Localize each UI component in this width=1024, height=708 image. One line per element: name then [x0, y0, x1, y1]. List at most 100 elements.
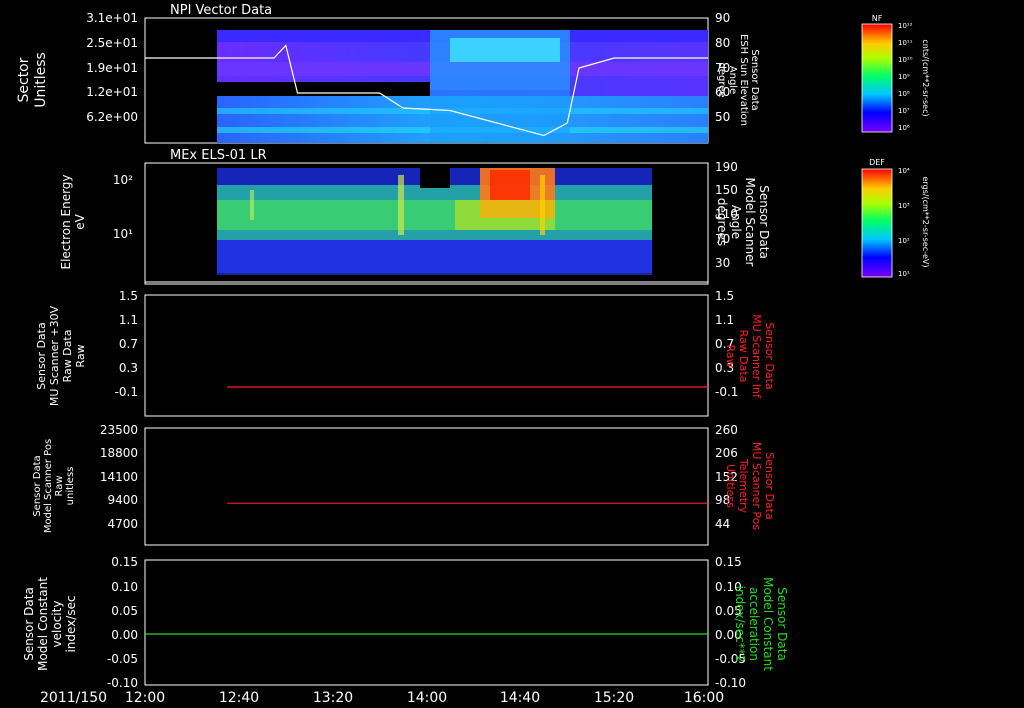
svg-text:degree: degree: [716, 62, 727, 97]
tick: 10¹¹: [898, 39, 913, 47]
tick: 9400: [107, 493, 138, 507]
tick: -0.1: [115, 385, 138, 399]
svg-text:acceleration: acceleration: [747, 587, 761, 661]
svg-text:Unitless: Unitless: [33, 52, 49, 108]
tick: 190: [715, 160, 738, 174]
svg-text:eV: eV: [73, 213, 87, 229]
panel5-frame: [144, 559, 709, 686]
tick: 1.1: [119, 313, 138, 327]
tick: 206: [715, 446, 738, 460]
tick: 1.1: [715, 313, 734, 327]
tick: 260: [715, 423, 738, 437]
time-tick: 13:20: [313, 690, 353, 706]
svg-text:degrees: degrees: [715, 198, 729, 246]
time-tick: 16:00: [684, 690, 724, 706]
colorbar-def-gradient: [861, 168, 893, 278]
colorbar-nf-title: NF: [872, 14, 883, 23]
panel3-left-label: Sensor Data MU Scanner +30V Raw Data Raw: [35, 305, 87, 406]
tick: -0.10: [715, 676, 746, 690]
tick: 0.3: [119, 361, 138, 375]
svg-text:MU Scanner +30V: MU Scanner +30V: [48, 305, 61, 406]
tick: 10¹⁰: [898, 56, 913, 64]
svg-text:Electron Energy: Electron Energy: [59, 174, 73, 269]
svg-text:ESH Sun Elevation: ESH Sun Elevation: [738, 34, 749, 126]
tick: 150: [715, 183, 738, 197]
panel2-left-label: Electron Energy eV: [59, 174, 87, 269]
svg-text:Angle: Angle: [729, 205, 743, 239]
colorbar-nf-gradient: [861, 23, 893, 133]
panel2-left-axis: 10² 10¹: [113, 173, 133, 241]
tick: -0.05: [107, 652, 138, 666]
tick: -0.10: [107, 676, 138, 690]
svg-text:Raw: Raw: [74, 344, 87, 367]
panel5-right-label: Sensor Data Model Constant acceleration …: [733, 577, 789, 671]
svg-text:MU Scanner Inf: MU Scanner Inf: [750, 314, 763, 399]
tick: 90: [715, 11, 730, 25]
colorbar-nf-unit: cnts/(cm**2-sr-sec): [921, 39, 930, 116]
svg-text:unitless: unitless: [65, 467, 76, 506]
svg-text:Model Scanner Pos: Model Scanner Pos: [43, 439, 54, 533]
svg-text:Angle: Angle: [727, 66, 738, 94]
tick: 80: [715, 36, 730, 50]
tick: 0.00: [111, 628, 138, 642]
panel4-frame: [144, 427, 709, 546]
svg-text:Raw Data: Raw Data: [61, 330, 74, 383]
tick: 10⁴: [898, 167, 910, 175]
svg-text:Sensor Data: Sensor Data: [763, 322, 776, 389]
panel3-frame: [144, 294, 709, 417]
time-tick: 14:00: [407, 690, 447, 706]
tick: 3.1e+01: [86, 11, 138, 25]
tick: 0.15: [715, 555, 742, 569]
svg-text:Sensor Data: Sensor Data: [775, 587, 789, 661]
panel1-left-label: Sector Unitless: [16, 52, 49, 108]
svg-text:Raw: Raw: [724, 344, 737, 367]
tick: 1.9e+01: [86, 61, 138, 75]
svg-text:Sensor Data: Sensor Data: [763, 452, 776, 519]
svg-text:Sensor Data: Sensor Data: [35, 322, 48, 389]
tick: 18800: [100, 446, 138, 460]
svg-text:MU Scanner Pos: MU Scanner Pos: [750, 442, 763, 531]
panel2-title: MEx ELS-01 LR: [170, 148, 267, 163]
tick: 10²: [113, 173, 133, 187]
svg-text:Model Constant: Model Constant: [36, 577, 50, 671]
tick: -0.1: [715, 385, 738, 399]
tick: 0.15: [111, 555, 138, 569]
tick: 0.7: [119, 337, 138, 351]
science-plot: NPI Vector Data 3.1e+01 2.5e+01 1.9e+01 …: [16, 3, 930, 706]
time-tick: 15:20: [594, 690, 634, 706]
panel1-spectrogram: [217, 30, 708, 143]
panel-npi-vector-data: NPI Vector Data 3.1e+01 2.5e+01 1.9e+01 …: [16, 3, 760, 144]
panel2-spectrogram: [217, 168, 652, 275]
tick: 30: [715, 256, 730, 270]
panel5-left-axis: 0.15 0.10 0.05 0.00 -0.05 -0.10: [107, 555, 138, 690]
panel1-title: NPI Vector Data: [170, 3, 272, 18]
tick: 10⁹: [898, 73, 910, 81]
panel-mu-scanner-30v: 1.5 1.1 0.7 0.3 -0.1 1.5 1.1 0.7 0.3 -0.…: [35, 289, 776, 417]
tick: 1.2e+01: [86, 85, 138, 99]
colorbar-def-unit: ergs/(cm**2-sr-sec-eV): [921, 176, 930, 267]
tick: 1.5: [715, 289, 734, 303]
svg-text:Model Constant: Model Constant: [761, 577, 775, 671]
svg-text:velocity: velocity: [50, 601, 64, 648]
tick: 10⁷: [898, 107, 910, 115]
panel3-left-axis: 1.5 1.1 0.7 0.3 -0.1: [115, 289, 138, 399]
colorbar-nf: NF 10¹² 10¹¹ 10¹⁰ 10⁹ 10⁸ 10⁷ 10⁶ cnts/(…: [861, 14, 930, 133]
colorbar-def-title: DEF: [869, 158, 885, 167]
tick: 6.2e+00: [86, 110, 138, 124]
tick: 10⁶: [898, 124, 910, 132]
svg-text:Telemetry: Telemetry: [737, 458, 750, 514]
tick: 0.05: [111, 604, 138, 618]
panel4-left-axis: 23500 18800 14100 9400 4700: [100, 423, 138, 531]
time-axis: 2011/150 12:00 12:40 13:20 14:00 14:40 1…: [40, 690, 724, 706]
svg-text:index/sec**2: index/sec**2: [733, 586, 747, 663]
date-label: 2011/150: [40, 690, 107, 706]
panel4-left-label: Sensor Data Model Scanner Pos Raw unitle…: [32, 439, 76, 533]
svg-text:Sensor Data: Sensor Data: [749, 49, 760, 110]
tick: 10⁸: [898, 90, 910, 98]
tick: 4700: [107, 517, 138, 531]
tick: 23500: [100, 423, 138, 437]
panel-model-scanner-pos: 23500 18800 14100 9400 4700 260 206 152 …: [32, 423, 776, 546]
tick: 50: [715, 110, 730, 124]
time-tick: 14:40: [500, 690, 540, 706]
tick: 10¹: [898, 270, 910, 278]
